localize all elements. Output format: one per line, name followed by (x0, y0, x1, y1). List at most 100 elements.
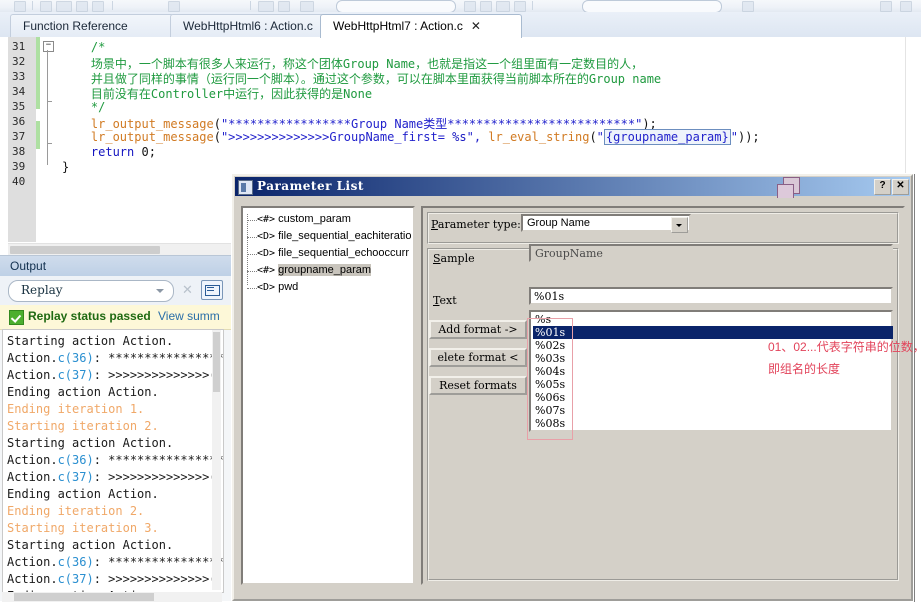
toolbar-icon[interactable] (880, 1, 892, 12)
log-token: Ending action Action. (7, 385, 159, 399)
format-list-item[interactable]: %s (533, 313, 893, 326)
tree-item-label: pwd (278, 281, 299, 293)
fold-guide-line (47, 50, 48, 143)
tree-item[interactable]: <#> groupname_param (257, 264, 372, 278)
text-label: Text (433, 294, 457, 307)
tab-close-icon[interactable]: ✕ (471, 19, 481, 33)
toolbar-icon[interactable] (168, 1, 180, 12)
parameter-list-icon (238, 180, 253, 195)
tree-item-type-icon: <D> (257, 282, 276, 293)
editor-tab-strip: Function Reference WebHttpHtml6 : Action.… (0, 12, 921, 38)
code-line: /* (62, 40, 105, 54)
log-line: Starting action Action. (7, 436, 173, 450)
log-token: Starting action Action. (7, 538, 174, 552)
fold-collapse-icon[interactable]: − (43, 41, 54, 52)
code-token: } (62, 160, 70, 174)
log-line: Action.c(37): >>>>>>>>>>>>>>( (7, 470, 217, 484)
toolbar-icon[interactable] (514, 1, 526, 12)
status-badge: Replay status passed (28, 309, 151, 323)
parameter-detail-pane: Parameter type: Group Name Sample GroupN… (421, 206, 921, 585)
code-token: ( (213, 130, 221, 144)
toolbar-icon[interactable] (92, 1, 104, 12)
chevron-down-icon (156, 289, 164, 293)
log-token: c(37) (57, 368, 94, 382)
output-source-value: Replay (21, 283, 63, 297)
parameter-type-dropdown[interactable]: Group Name (521, 214, 691, 233)
close-button[interactable]: ✕ (892, 179, 909, 195)
toolbar-icon[interactable] (496, 1, 510, 12)
view-summary-link[interactable]: View summ (158, 309, 220, 323)
code-token: ( (213, 117, 221, 131)
line-number: 34 (12, 85, 26, 98)
log-line: Action.c(36): **************** (7, 351, 224, 365)
tree-connector (247, 288, 257, 290)
code-token: "*****************Group Name类型**********… (220, 117, 643, 131)
toolbar-icon[interactable] (464, 1, 476, 12)
toolbar-separator (532, 1, 533, 10)
toolbar-icon[interactable] (900, 1, 912, 12)
format-list-item[interactable]: %05s (533, 378, 893, 391)
tree-item[interactable]: <#> custom_param (257, 213, 351, 227)
toolbar-icon[interactable] (278, 1, 290, 12)
code-token: 并且做了同样的事情（运行同一个脚本）。通过这个参数，可以在脚本里面获得当前脚本所… (62, 72, 662, 86)
dialog-body: <#> custom_param <D> file_sequential_each… (235, 198, 921, 597)
output-vscrollbar-thumb[interactable] (213, 332, 220, 392)
toolbar-icon[interactable] (300, 1, 314, 12)
tab-0[interactable]: Function Reference (10, 14, 174, 38)
tree-item-label: file_sequential_echooccurr (278, 247, 409, 259)
tab-label: WebHttpHtml6 : Action.c (183, 19, 313, 33)
tab-label: WebHttpHtml7 : Action.c (333, 19, 463, 33)
editor-scrollbar-thumb[interactable] (10, 246, 160, 254)
toolbar-icon[interactable] (76, 1, 88, 12)
tree-guide-line (247, 214, 249, 285)
window-icon-line (207, 290, 214, 291)
log-token: : **************** (93, 351, 224, 365)
toolbar-icon[interactable] (40, 1, 52, 12)
log-line: Ending iteration 1. (7, 402, 144, 416)
chevron-down-icon[interactable] (671, 217, 688, 233)
parameter-list-dialog[interactable]: Parameter List ? ✕ <#> custom_param <D> f… (231, 173, 921, 602)
sample-label: Sample (433, 252, 475, 265)
tree-item[interactable]: <D> file_sequential_eachiteratio (257, 230, 411, 244)
clear-output-button[interactable]: ✕ (180, 282, 195, 297)
toolbar-separator (32, 1, 33, 10)
code-line: } (62, 160, 69, 174)
code-token: " (596, 130, 604, 144)
format-list-item[interactable]: %06s (533, 391, 893, 404)
sample-value: GroupName (535, 247, 603, 260)
parameter-tree[interactable]: <#> custom_param <D> file_sequential_each… (241, 206, 415, 585)
toolbar-icon[interactable] (480, 1, 492, 12)
editor-horizontal-scrollbar[interactable] (8, 243, 231, 255)
tree-item-label: groupname_param (278, 264, 372, 276)
text-input[interactable]: %01s (529, 287, 893, 305)
dialog-title-bar[interactable]: Parameter List ? ✕ (235, 177, 910, 196)
delete-format-button[interactable]: elete format < (429, 348, 527, 367)
output-panel-title: Output (10, 259, 47, 273)
code-token: /* (62, 40, 106, 54)
format-list-item[interactable]: %07s (533, 404, 893, 417)
reset-formats-button[interactable]: Reset formats (429, 376, 527, 395)
log-line: Starting iteration 2. (7, 419, 159, 433)
help-button[interactable]: ? (874, 179, 891, 195)
code-token: {groupname_param} (603, 129, 731, 145)
output-settings-button[interactable] (201, 280, 223, 300)
toolbar-icon[interactable] (742, 1, 754, 12)
log-token: : **************** (93, 555, 224, 569)
log-token: Action. (7, 572, 58, 586)
fold-column[interactable]: − (40, 37, 62, 242)
code-token: 目前没有在Controller中运行，因此获得的是None (62, 87, 373, 101)
toolbar-icon[interactable] (14, 1, 26, 12)
tree-item[interactable]: <D> file_sequential_echooccurr (257, 247, 409, 261)
output-log[interactable]: Starting action Action. Action.c(36): ***… (2, 329, 224, 593)
toolbar-separator (250, 1, 251, 10)
output-source-dropdown[interactable]: Replay (8, 280, 174, 302)
toolbar-icon[interactable] (258, 1, 274, 12)
format-list-item[interactable]: %08s (533, 417, 893, 430)
add-format-button[interactable]: Add format -> (429, 320, 527, 339)
toolbar-icon[interactable] (56, 1, 72, 12)
log-token: Starting action Action. (7, 334, 174, 348)
tree-item[interactable]: <D> pwd (257, 281, 298, 295)
line-number: 40 (12, 175, 26, 188)
tab-2[interactable]: WebHttpHtml7 : Action.c ✕ (320, 14, 522, 38)
fold-guide-line (47, 143, 48, 165)
